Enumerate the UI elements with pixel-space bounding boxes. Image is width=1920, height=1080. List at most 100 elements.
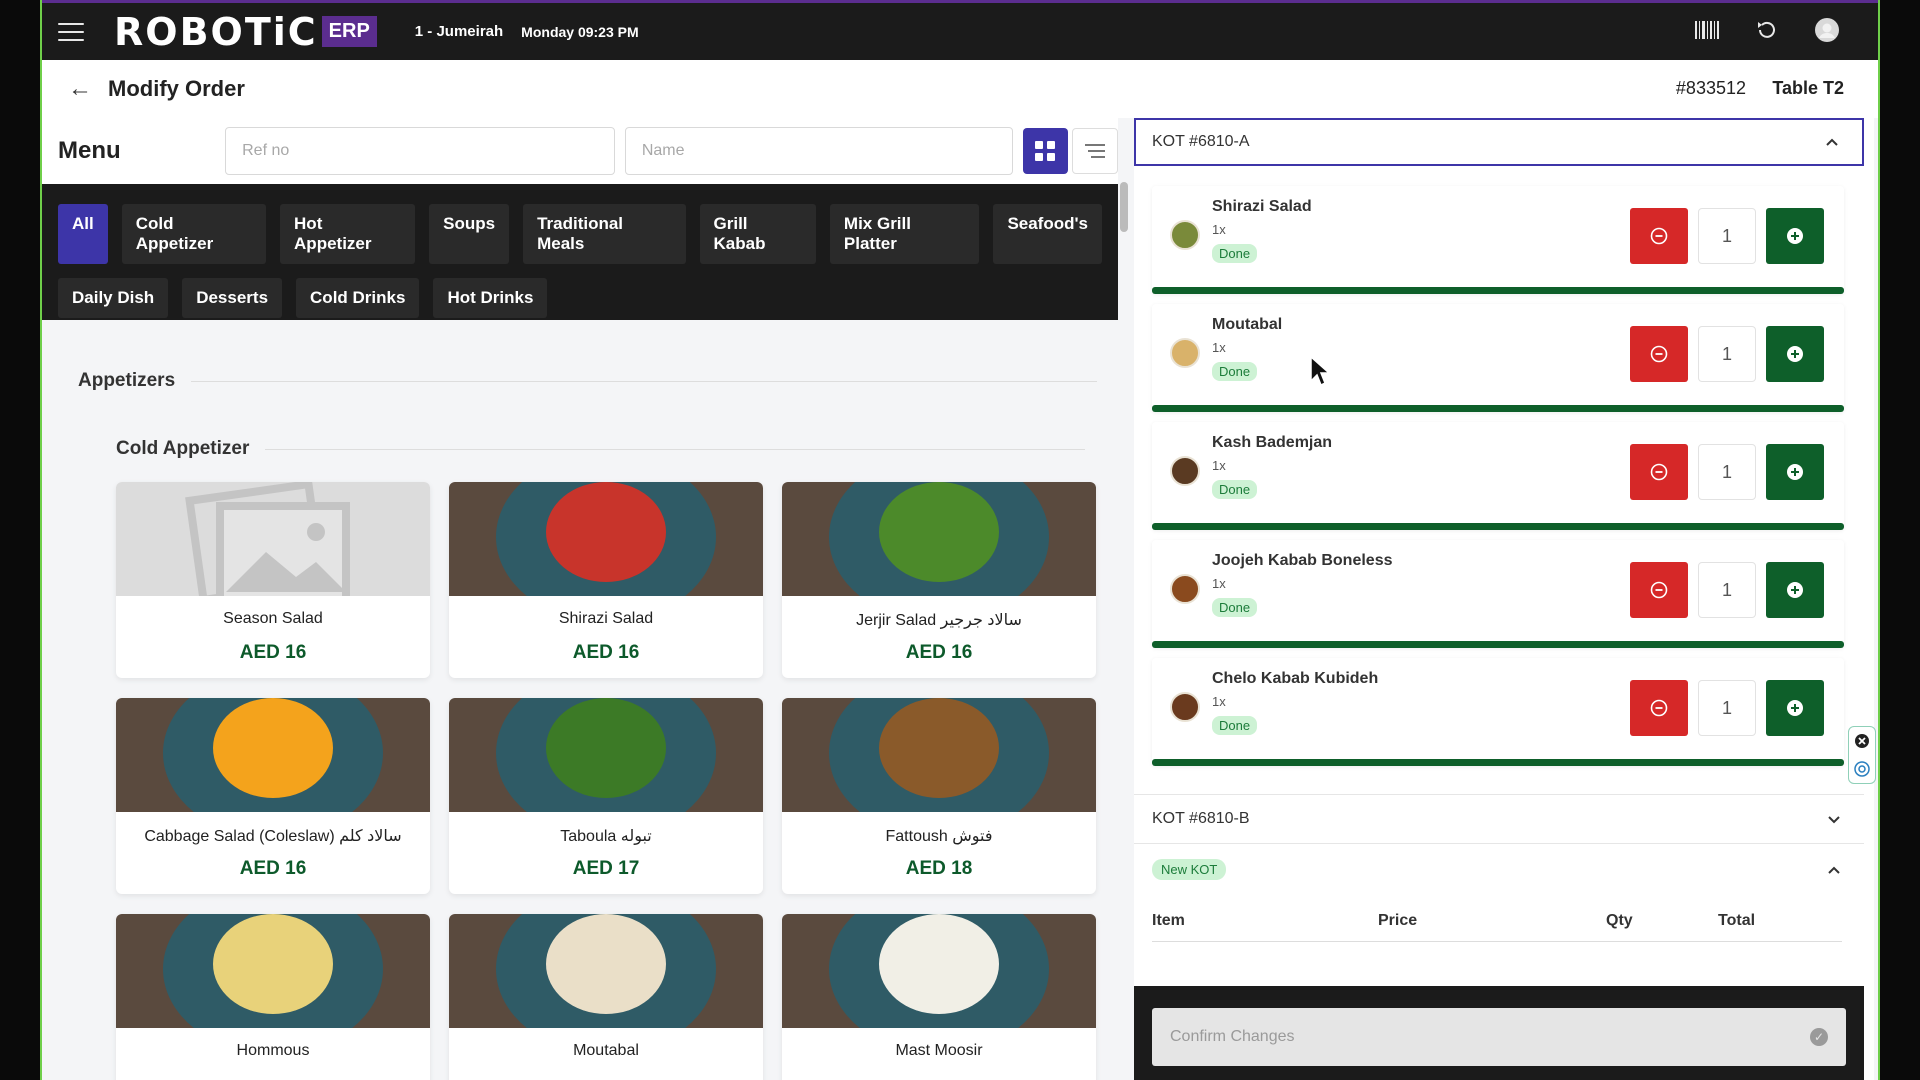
mouse-cursor-icon xyxy=(1310,356,1331,387)
back-arrow-icon[interactable]: ← xyxy=(68,75,92,103)
menu-item-card[interactable]: Cabbage Salad (Coleslaw) سالاد کلم AED 16 xyxy=(116,698,430,894)
status-badge: Done xyxy=(1212,480,1258,499)
status-badge: Done xyxy=(1212,598,1258,617)
increase-button[interactable] xyxy=(1766,208,1824,264)
image-placeholder-icon xyxy=(116,482,430,596)
quantity-field[interactable]: 1 xyxy=(1698,208,1756,264)
increase-button[interactable] xyxy=(1766,326,1824,382)
menu-item-card[interactable]: Shirazi Salad AED 16 xyxy=(449,482,763,678)
subsection-title: Cold Appetizer xyxy=(116,438,250,459)
menu-item-card[interactable]: Taboula تبوله AED 17 xyxy=(449,698,763,894)
menu-icon[interactable] xyxy=(58,22,84,41)
new-kot-header[interactable]: New KOT xyxy=(1134,844,1864,896)
grid-icon xyxy=(1035,141,1056,161)
column-qty: Qty xyxy=(1606,912,1633,929)
menu-item-card[interactable]: Hommous xyxy=(116,914,430,1080)
food-image xyxy=(116,698,430,812)
date-time: Monday 09:23 PM xyxy=(521,23,639,40)
quantity-field[interactable]: 1 xyxy=(1698,680,1756,736)
kot-item: Joojeh Kabab Boneless 1x Done 1 xyxy=(1152,540,1844,648)
kot-item-qty-label: 1x xyxy=(1212,458,1226,473)
category-chip[interactable]: Seafood's xyxy=(993,204,1102,264)
plus-circle-icon xyxy=(1787,464,1803,480)
increase-button[interactable] xyxy=(1766,444,1824,500)
category-chip[interactable]: Daily Dish xyxy=(58,278,169,318)
kot-item: Shirazi Salad 1x Done 1 xyxy=(1152,186,1844,294)
menu-item-card[interactable]: Fattoush فتوش AED 18 xyxy=(782,698,1096,894)
status-badge: Done xyxy=(1212,716,1258,735)
kot-a-header[interactable]: KOT #6810-A xyxy=(1134,118,1864,166)
decrease-button[interactable] xyxy=(1630,208,1688,264)
category-chip[interactable]: Cold Drinks xyxy=(296,278,420,318)
quantity-field[interactable]: 1 xyxy=(1698,326,1756,382)
table-number: Table T2 xyxy=(1772,78,1844,98)
decrease-button[interactable] xyxy=(1630,326,1688,382)
category-chip[interactable]: Hot Appetizer xyxy=(280,204,416,264)
category-chip[interactable]: All xyxy=(58,204,108,264)
barcode-icon[interactable] xyxy=(1694,17,1720,43)
menu-scrollbar[interactable] xyxy=(1120,182,1128,232)
plus-circle-icon xyxy=(1787,700,1803,716)
food xyxy=(879,914,999,1014)
category-chip[interactable]: Traditional Meals xyxy=(523,204,686,264)
kot-item-qty-label: 1x xyxy=(1212,222,1226,237)
category-chip[interactable]: Cold Appetizer xyxy=(121,204,267,264)
user-avatar-icon[interactable] xyxy=(1814,17,1840,43)
branch-name: 1 - Jumeirah xyxy=(414,23,504,40)
close-icon[interactable] xyxy=(1854,733,1870,749)
menu-title: Menu xyxy=(58,137,121,164)
progress-bar xyxy=(1152,641,1844,648)
increase-button[interactable] xyxy=(1766,562,1824,618)
extension-icon[interactable] xyxy=(1854,761,1870,777)
app-window: ROBOTiC ERP 1 - Jumeirah Monday 09:23 PM… xyxy=(40,0,1880,1080)
category-chip[interactable]: Desserts xyxy=(182,278,283,318)
quantity-field[interactable]: 1 xyxy=(1698,444,1756,500)
kot-item-name: Shirazi Salad xyxy=(1212,198,1312,215)
page-header: ← Modify Order #833512 Table T2 xyxy=(42,60,1878,118)
category-chip[interactable]: Mix Grill Platter xyxy=(829,204,980,264)
food xyxy=(546,914,666,1014)
confirm-changes-button[interactable]: Confirm Changes ✓ xyxy=(1152,1008,1846,1066)
ref-no-input[interactable] xyxy=(225,127,615,175)
decrease-button[interactable] xyxy=(1630,444,1688,500)
kot-b-header[interactable]: KOT #6810-B xyxy=(1134,794,1864,844)
chevron-up-icon xyxy=(1828,866,1840,874)
menu-item-card[interactable]: Moutabal xyxy=(449,914,763,1080)
menu-item-card[interactable]: Mast Moosir xyxy=(782,914,1096,1080)
food-image xyxy=(449,914,763,1028)
menu-item-card[interactable]: Season Salad AED 16 xyxy=(116,482,430,678)
refresh-icon[interactable] xyxy=(1754,17,1780,43)
category-chip[interactable]: Hot Drinks xyxy=(433,278,548,318)
menu-item-name: Shirazi Salad xyxy=(558,610,654,627)
category-row: All Cold Appetizer Hot Appetizer Soups Tradi… xyxy=(58,204,1102,264)
menu-item-name: Mast Moosir xyxy=(895,1042,983,1059)
logo: ROBOTiC ERP xyxy=(114,10,377,54)
increase-button[interactable] xyxy=(1766,680,1824,736)
item-thumbnail xyxy=(1170,574,1200,604)
subsection-divider xyxy=(265,448,1086,450)
kot-item: Chelo Kabab Kubideh 1x Done 1 xyxy=(1152,658,1844,766)
category-chip[interactable]: Soups xyxy=(429,204,510,264)
quantity-field[interactable]: 1 xyxy=(1698,562,1756,618)
decrease-button[interactable] xyxy=(1630,680,1688,736)
decrease-button[interactable] xyxy=(1630,562,1688,618)
food-image xyxy=(449,698,763,812)
order-panel: KOT #6810-A Shirazi Salad 1x Done 1 Moutabal… xyxy=(1134,118,1874,1080)
kot-item: Moutabal 1x Done 1 xyxy=(1152,304,1844,412)
chevron-up-icon xyxy=(1826,138,1838,146)
list-view-button[interactable] xyxy=(1072,128,1118,174)
minus-circle-icon xyxy=(1650,345,1668,363)
menu-toolbar: Menu xyxy=(42,118,1118,184)
menu-item-name: Taboula تبوله xyxy=(560,828,652,845)
menu-item-name: Season Salad xyxy=(223,610,323,627)
list-icon xyxy=(1085,144,1106,158)
category-chip[interactable]: Grill Kabab xyxy=(699,204,816,264)
confirm-label: Confirm Changes xyxy=(1170,1028,1295,1045)
progress-bar xyxy=(1152,759,1844,766)
menu-item-card[interactable]: Jerjir Salad سالاد جرجير AED 16 xyxy=(782,482,1096,678)
grid-view-button[interactable] xyxy=(1022,128,1069,174)
menu-item-price: AED 16 xyxy=(239,858,307,879)
food xyxy=(546,698,666,798)
name-search-input[interactable] xyxy=(624,127,1013,175)
floating-controls xyxy=(1848,726,1876,784)
